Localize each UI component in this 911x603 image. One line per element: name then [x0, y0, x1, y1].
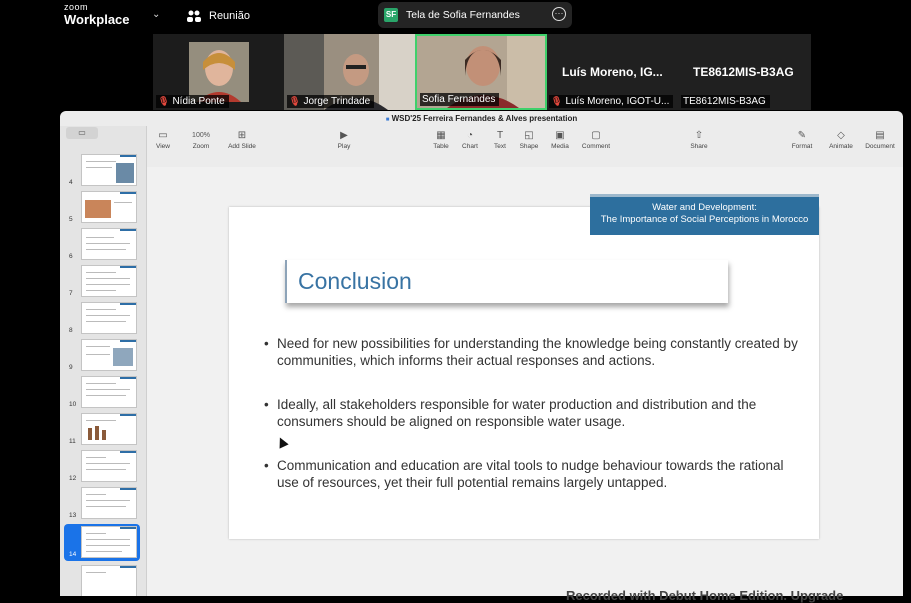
chevron-down-icon[interactable]: ⌄	[152, 9, 160, 20]
slide-thumbnail[interactable]: 10	[60, 374, 146, 411]
muted-mic-icon: 🎙	[158, 96, 170, 106]
share-icon: ⇧	[694, 130, 704, 141]
slide-thumbnail[interactable]: 12	[60, 448, 146, 485]
participant-name: Luís Moreno, IGOT-U...	[565, 96, 670, 107]
slide-header-banner: Water and Development: The Importance of…	[590, 194, 819, 235]
screen-share-label: Tela de Sofia Fernandes	[406, 9, 520, 21]
participant-name: TE8612MIS-B3AG	[683, 96, 766, 107]
comment-button[interactable]: ▢ Comment	[575, 129, 617, 150]
more-options-icon[interactable]: ···	[552, 7, 566, 21]
participant-tile-active-speaker[interactable]: Sofia Fernandes	[415, 34, 547, 110]
sidebar-toggle-icon[interactable]: ▭	[66, 127, 98, 139]
bullet-item: • Communication and education are vital t…	[264, 458, 804, 491]
slide-title: Conclusion	[298, 268, 412, 294]
slide-thumbnail[interactable]: 7	[60, 263, 146, 300]
participant-video	[189, 42, 249, 102]
current-slide[interactable]: Water and Development: The Importance of…	[229, 194, 819, 539]
document-icon: ■	[385, 117, 390, 123]
participant-name-tag: Sofia Fernandes	[420, 93, 500, 106]
participants-icon	[187, 10, 201, 22]
participant-name: Jorge Trindade	[303, 96, 371, 107]
slide-thumbnail[interactable]: 4	[60, 152, 146, 189]
participant-name-tag: TE8612MIS-B3AG	[681, 95, 770, 108]
meeting-menu[interactable]: Reunião	[186, 9, 250, 23]
meeting-label: Reunião	[209, 10, 250, 22]
document-panel-icon: ▤	[875, 130, 885, 141]
zoom-logo-small: zoom	[64, 2, 89, 12]
document-button[interactable]: ▤ Document	[859, 129, 901, 150]
banner-line-2: The Importance of Social Perceptions in …	[600, 213, 809, 225]
comment-icon: ▢	[591, 130, 601, 141]
bullet-text: Communication and education are vital to…	[277, 458, 784, 490]
bullet-text: Ideally, all stakeholders responsible fo…	[277, 397, 757, 429]
bullet-item: • Ideally, all stakeholders responsible f…	[264, 397, 804, 430]
zoom-workplace-logo: zoom Workplace	[64, 2, 130, 27]
format-brush-icon: ✎	[797, 130, 807, 141]
participant-tile[interactable]: 🎙 Jorge Trindade	[284, 34, 415, 110]
participant-name-tag: 🎙 Luís Moreno, IGOT-U...	[549, 95, 674, 108]
participant-name: Sofia Fernandes	[422, 94, 496, 105]
slide-thumbnail[interactable]: 6	[60, 226, 146, 263]
play-icon: ▶	[340, 130, 348, 141]
slide-thumbnail[interactable]: 5	[60, 189, 146, 226]
window-title-text: WSD'25 Ferreira Fernandes & Alves presen…	[391, 114, 578, 123]
zoom-menu[interactable]: 100% Zoom	[180, 129, 222, 150]
share-button[interactable]: ⇧ Share	[678, 129, 720, 150]
keynote-window: ■ WSD'25 Ferreira Fernandes & Alves pres…	[60, 111, 903, 596]
participant-tile[interactable]: 🎙 Nídia Ponte	[153, 34, 284, 110]
screen-share-indicator[interactable]: SF Tela de Sofia Fernandes ···	[378, 2, 572, 28]
bullet-item: • Need for new possibilities for understa…	[264, 336, 804, 369]
slide-canvas[interactable]: Water and Development: The Importance of…	[147, 167, 903, 596]
participant-display-name: Luís Moreno, IG...	[562, 65, 663, 79]
participant-name-tag: 🎙 Nídia Ponte	[156, 95, 229, 108]
view-button[interactable]: ▭ View	[142, 129, 184, 150]
zoom-top-bar: zoom Workplace ⌄ Reunião SF Tela de Sofi…	[0, 0, 911, 34]
slide-thumbnail[interactable]	[60, 563, 146, 596]
format-button[interactable]: ✎ Format	[781, 129, 823, 150]
slide-thumbnail-selected[interactable]: 14	[64, 524, 140, 561]
add-slide-icon: ⊞	[237, 130, 247, 141]
banner-line-1: Water and Development:	[652, 202, 757, 213]
slide-navigator: ▭ 4 5 6 7 8 9 10 11 12 13 14	[60, 126, 147, 596]
participant-tile-group[interactable]: Luís Moreno, IG... TE8612MIS-B3AG 🎙 Luís…	[547, 34, 811, 110]
slide-thumbnail[interactable]: 8	[60, 300, 146, 337]
participant-strip: 🎙 Nídia Ponte 🎙 Jorge Trindade Sofia Fer…	[153, 34, 811, 110]
participant-display-name: TE8612MIS-B3AG	[693, 65, 794, 79]
participant-name: Nídia Ponte	[172, 96, 225, 107]
slide-thumbnail[interactable]: 11	[60, 411, 146, 448]
muted-mic-icon: 🎙	[551, 96, 563, 106]
animate-icon: ◇	[837, 130, 845, 141]
slide-thumbnail[interactable]: 13	[60, 485, 146, 522]
animate-button[interactable]: ◇ Animate	[820, 129, 862, 150]
add-slide-button[interactable]: ⊞ Add Slide	[221, 129, 263, 150]
window-title: ■ WSD'25 Ferreira Fernandes & Alves pres…	[60, 111, 903, 126]
muted-mic-icon: 🎙	[289, 96, 301, 106]
title-box: Conclusion	[285, 260, 728, 303]
participant-name-tag: 🎙 Jorge Trindade	[287, 95, 375, 108]
zoom-value: 100%	[192, 132, 210, 139]
play-button[interactable]: ▶ Play	[323, 129, 365, 150]
view-icon: ▭	[158, 130, 168, 141]
sharer-avatar: SF	[384, 8, 398, 22]
keynote-toolbar: ▭ View 100% Zoom ⊞ Add Slide ▶ Play ▦ Table ◔…	[146, 126, 903, 168]
zoom-logo-big: Workplace	[64, 12, 130, 27]
bullet-text: Need for new possibilities for understan…	[277, 336, 798, 368]
slide-thumbnail[interactable]: 9	[60, 337, 146, 374]
